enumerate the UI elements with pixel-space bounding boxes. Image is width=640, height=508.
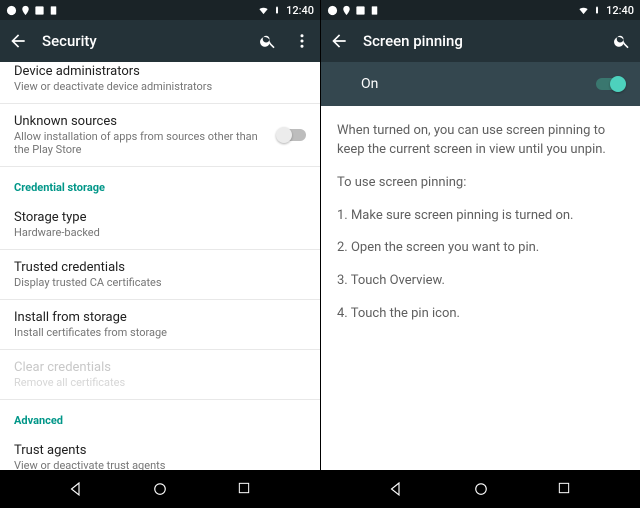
settings-list: Device administrators View or deactivate… bbox=[0, 62, 320, 470]
item-subtitle: View or deactivate trust agents bbox=[14, 459, 306, 470]
item-title: Install from storage bbox=[14, 310, 306, 325]
item-title: Device administrators bbox=[14, 64, 306, 79]
page-title: Screen pinning bbox=[363, 32, 598, 50]
screenshot-icon bbox=[48, 5, 59, 16]
item-title: Storage type bbox=[14, 210, 306, 225]
item-subtitle: Display trusted CA certificates bbox=[14, 276, 306, 289]
howto-heading: To use screen pinning: bbox=[337, 174, 624, 193]
item-unknown-sources[interactable]: Unknown sources Allow installation of ap… bbox=[0, 104, 320, 167]
master-switch-label: On bbox=[361, 76, 378, 92]
clock: 12:40 bbox=[286, 4, 314, 17]
overflow-icon[interactable] bbox=[292, 31, 312, 51]
nav-back-icon[interactable] bbox=[387, 480, 405, 498]
nav-overview-icon[interactable] bbox=[556, 480, 574, 498]
detail-body: When turned on, you can use screen pinni… bbox=[321, 106, 640, 470]
item-title: Unknown sources bbox=[14, 114, 264, 129]
nav-overview-icon[interactable] bbox=[236, 480, 254, 498]
back-icon[interactable] bbox=[329, 31, 349, 51]
battery-icon bbox=[271, 5, 282, 16]
nav-home-icon[interactable] bbox=[472, 480, 490, 498]
item-subtitle: Remove all certificates bbox=[14, 376, 306, 389]
item-title: Trusted credentials bbox=[14, 260, 306, 275]
item-trusted-credentials[interactable]: Trusted credentials Display trusted CA c… bbox=[0, 250, 320, 300]
item-title: Clear credentials bbox=[14, 360, 306, 375]
screen-pinning-detail-screen: 12:40 Screen pinning On When turned on, … bbox=[320, 0, 640, 508]
navigation-bar bbox=[0, 470, 320, 508]
back-icon[interactable] bbox=[8, 31, 28, 51]
step-4: 4. Touch the pin icon. bbox=[337, 305, 624, 324]
app-bar: Security bbox=[0, 20, 320, 62]
app-bar: Screen pinning bbox=[321, 20, 640, 62]
image-icon bbox=[34, 5, 45, 16]
search-icon[interactable] bbox=[612, 31, 632, 51]
location-icon bbox=[20, 5, 31, 16]
item-subtitle: Allow installation of apps from sources … bbox=[14, 130, 264, 156]
nav-home-icon[interactable] bbox=[151, 480, 169, 498]
navigation-bar bbox=[321, 470, 640, 508]
item-device-administrators[interactable]: Device administrators View or deactivate… bbox=[0, 62, 320, 104]
battery-icon bbox=[591, 5, 602, 16]
master-switch-toggle[interactable] bbox=[596, 78, 624, 90]
status-bar: 12:40 bbox=[0, 0, 320, 20]
search-icon[interactable] bbox=[258, 31, 278, 51]
location-icon bbox=[341, 5, 352, 16]
item-storage-type[interactable]: Storage type Hardware-backed bbox=[0, 200, 320, 250]
unknown-sources-toggle[interactable] bbox=[278, 129, 306, 141]
page-title: Security bbox=[42, 32, 244, 50]
item-install-from-storage[interactable]: Install from storage Install certificate… bbox=[0, 300, 320, 350]
step-2: 2. Open the screen you want to pin. bbox=[337, 239, 624, 258]
nav-back-icon[interactable] bbox=[67, 480, 85, 498]
item-trust-agents[interactable]: Trust agents View or deactivate trust ag… bbox=[0, 433, 320, 470]
notification-icon bbox=[6, 5, 17, 16]
item-subtitle: View or deactivate device administrators bbox=[14, 80, 306, 93]
wifi-icon bbox=[258, 5, 269, 16]
clock: 12:40 bbox=[606, 4, 634, 17]
step-3: 3. Touch Overview. bbox=[337, 272, 624, 291]
screenshot-icon bbox=[369, 5, 380, 16]
item-clear-credentials: Clear credentials Remove all certificate… bbox=[0, 350, 320, 400]
section-advanced: Advanced bbox=[0, 400, 320, 433]
master-switch-row[interactable]: On bbox=[321, 62, 640, 106]
intro-text: When turned on, you can use screen pinni… bbox=[337, 122, 624, 160]
wifi-icon bbox=[578, 5, 589, 16]
image-icon bbox=[355, 5, 366, 16]
item-subtitle: Hardware-backed bbox=[14, 226, 306, 239]
step-1: 1. Make sure screen pinning is turned on… bbox=[337, 207, 624, 226]
security-settings-screen: 12:40 Security Device administrators Vie… bbox=[0, 0, 320, 508]
notification-icon bbox=[327, 5, 338, 16]
section-credential-storage: Credential storage bbox=[0, 167, 320, 200]
status-bar: 12:40 bbox=[321, 0, 640, 20]
item-title: Trust agents bbox=[14, 443, 306, 458]
item-subtitle: Install certificates from storage bbox=[14, 326, 306, 339]
